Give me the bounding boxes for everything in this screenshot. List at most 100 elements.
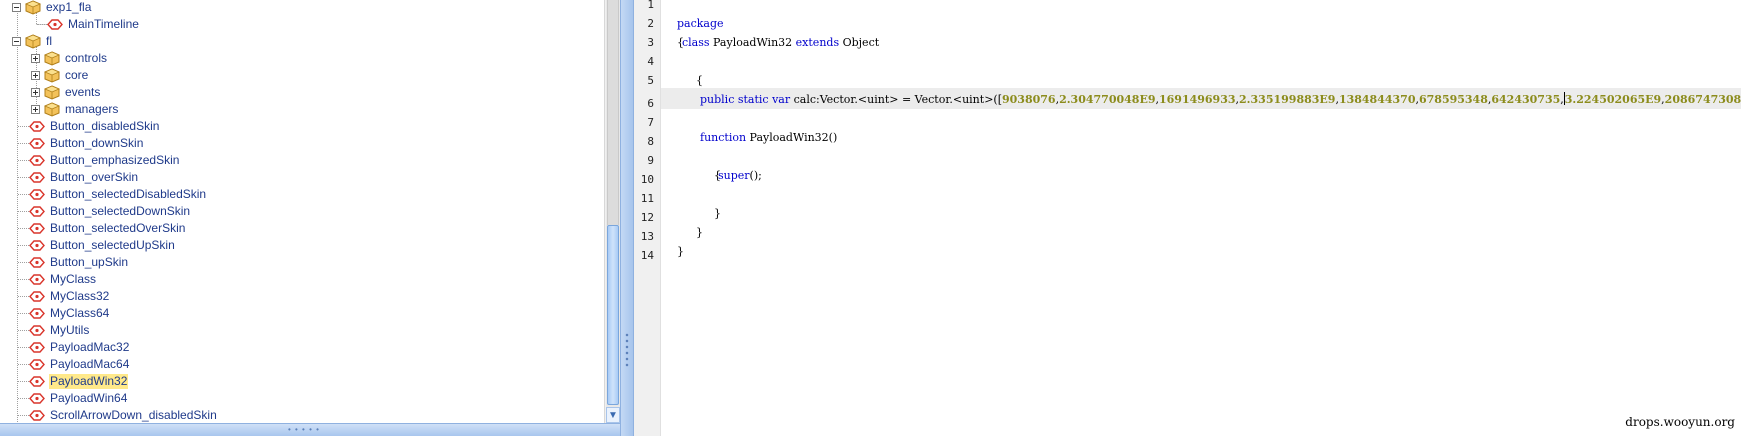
vector-values: 9038076,2.304770048E9,1691496933,2.33519… (1002, 92, 1741, 106)
code-text: Object (839, 36, 880, 49)
numeric-literal: 642430735 (1491, 93, 1561, 106)
keyword: extends (795, 36, 840, 49)
tree-item[interactable]: fl (0, 33, 604, 50)
tree-item-label: managers (65, 102, 119, 116)
code-line-11[interactable]: } (700, 185, 721, 220)
line-number: 11 (640, 192, 654, 205)
package-icon (44, 85, 60, 100)
collapse-icon[interactable] (12, 37, 21, 46)
tree-item-label: Button_overSkin (50, 170, 139, 184)
class-icon (29, 342, 45, 353)
splitter-grip-icon[interactable]: • • • • • (288, 426, 320, 434)
tree-item-label: exp1_fla (46, 0, 92, 14)
tree-item-label: MainTimeline (68, 17, 139, 31)
tree-item-label: Button_upSkin (50, 255, 129, 269)
keyword: function (700, 131, 747, 144)
tree-item[interactable]: Button_upSkin (0, 254, 604, 271)
tree-connector (18, 160, 29, 161)
scrollbar-track-upper[interactable] (607, 0, 619, 225)
tree-connector (18, 228, 29, 229)
code-text: PayloadWin32 (709, 36, 796, 49)
expand-icon[interactable] (31, 105, 40, 114)
tree-item[interactable]: Button_disabledSkin (0, 118, 604, 135)
package-icon (44, 102, 60, 117)
expand-icon[interactable] (31, 88, 40, 97)
tree-connector (18, 398, 29, 399)
tree-connector (18, 313, 29, 314)
code-text: { (696, 74, 703, 87)
tree-item[interactable]: Button_selectedOverSkin (0, 220, 604, 237)
class-icon (47, 19, 63, 30)
tree-item[interactable]: Button_downSkin (0, 135, 604, 152)
class-icon (29, 172, 45, 183)
scrollbar-thumb[interactable] (607, 225, 619, 405)
line-number: 4 (647, 55, 654, 68)
code-line-2[interactable]: { (663, 14, 684, 49)
tree-connector (18, 296, 29, 297)
horizontal-splitter[interactable]: • • • • • (0, 423, 634, 436)
tree-connector (18, 364, 29, 365)
code-line-9[interactable]: { (700, 147, 721, 182)
tree-item-label: Button_downSkin (50, 136, 144, 150)
tree-item[interactable]: Button_overSkin (0, 169, 604, 186)
line-number: 9 (647, 154, 654, 167)
tree-item[interactable]: MyUtils (0, 322, 604, 339)
code-line-4[interactable]: { (682, 52, 703, 87)
vertical-splitter[interactable] (620, 0, 634, 436)
code-line-12[interactable]: } (682, 204, 703, 239)
tree-item-label: Button_selectedDownSkin (50, 204, 191, 218)
line-number: 13 (640, 230, 654, 243)
tree-item[interactable]: PayloadWin32 (0, 373, 604, 390)
line-number: 8 (647, 135, 654, 148)
expand-icon[interactable] (31, 71, 40, 80)
class-icon (29, 274, 45, 285)
tree-vertical-scrollbar[interactable]: ▼ (604, 0, 620, 423)
tree-item[interactable]: exp1_fla (0, 0, 604, 16)
numeric-literal: 9038076 (1002, 93, 1056, 106)
line-number: 5 (647, 74, 654, 87)
tree-connector (37, 24, 47, 25)
scroll-down-arrow-icon[interactable]: ▼ (606, 407, 620, 423)
tree-item[interactable]: Button_selectedDisabledSkin (0, 186, 604, 203)
code-line-8[interactable]: function PayloadWin32() (700, 128, 837, 147)
code-line-10[interactable]: super(); (718, 166, 762, 185)
tree-item-label: fl (46, 34, 52, 48)
tree-item[interactable]: MainTimeline (0, 16, 604, 33)
code-line-3[interactable]: class PayloadWin32 extends Object (682, 33, 879, 52)
line-number: 6 (647, 97, 654, 110)
tree-item[interactable]: MyClass32 (0, 288, 604, 305)
tree-item[interactable]: events (0, 84, 604, 101)
collapse-icon[interactable] (12, 3, 21, 12)
tree-item[interactable]: MyClass64 (0, 305, 604, 322)
class-icon (29, 223, 45, 234)
tree-item[interactable]: PayloadMac32 (0, 339, 604, 356)
tree-item-label: MyClass64 (50, 306, 110, 320)
splitter-grip-icon[interactable] (624, 332, 630, 368)
tree-item-label: MyClass (50, 272, 97, 286)
tree-connector (18, 415, 29, 416)
tree-item[interactable]: Button_selectedDownSkin (0, 203, 604, 220)
code-line-1[interactable]: package (663, 0, 724, 30)
tree-item-label: PayloadMac64 (50, 357, 130, 371)
package-icon (44, 51, 60, 66)
tree-item[interactable]: core (0, 67, 604, 84)
tree-item[interactable]: ScrollArrowDown_disabledSkin (0, 407, 604, 423)
code-line-13[interactable]: } (663, 223, 684, 258)
tree-item[interactable]: Button_selectedUpSkin (0, 237, 604, 254)
expand-icon[interactable] (31, 54, 40, 63)
tree-item-label: PayloadWin32 (49, 374, 129, 389)
class-icon (29, 121, 45, 132)
class-icon (29, 189, 45, 200)
class-icon (29, 393, 45, 404)
tree-item[interactable]: managers (0, 101, 604, 118)
code-editor[interactable]: 1 2 3 4 5 6 7 8 9 10 11 12 13 14 package { class Payl… (634, 0, 1741, 436)
tree-item[interactable]: MyClass (0, 271, 604, 288)
tree-connector (18, 381, 29, 382)
numeric-literal: 1384844370 (1338, 93, 1416, 106)
tree-connector (18, 177, 29, 178)
tree-item[interactable]: PayloadMac64 (0, 356, 604, 373)
tree-item[interactable]: controls (0, 50, 604, 67)
tree-item[interactable]: PayloadWin64 (0, 390, 604, 407)
tree-item[interactable]: Button_emphasizedSkin (0, 152, 604, 169)
code-line-6[interactable]: public static var calc:Vector.<uint> = V… (700, 90, 1741, 109)
